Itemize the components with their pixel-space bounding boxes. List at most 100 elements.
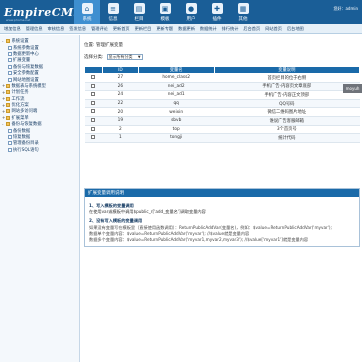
quick-link[interactable]: 后台首页 [243,26,260,32]
quick-menu: 增加信息 管理信息 审核信息 签发信息 管理评论 更新首页 更新栏目 更新专题 … [0,24,362,34]
cell-id: 26 [102,82,139,92]
help-line-2: 如果没有变量写在模板里（直接使用函数调用）：ReturnPublicAddVar… [89,224,332,230]
collapse-icon[interactable]: - [2,39,5,44]
top-nav-plugin[interactable]: ✚ 插件 [204,0,230,24]
cell-desc: 微信二维码图片地址 [214,107,360,117]
template-icon: ▣ [159,3,171,14]
table-header-row: ID 变量名 变量说明 [84,66,361,74]
row-checkbox[interactable] [91,135,96,140]
sidebar-item-label: 网站多访问端 [11,109,38,115]
row-checkbox[interactable] [91,118,96,123]
sidebar-item[interactable]: 执行SQL语句 [2,147,77,153]
cell-id: 27 [102,73,139,83]
cell-desc: 谁说广告客服邮箱 [214,116,360,126]
cell-id: 24 [102,90,139,100]
row-checkbox[interactable] [91,126,96,131]
row-checkbox[interactable] [91,109,96,114]
sidebar-item-label: 备份数据 [13,128,31,134]
top-nav-label: 栏目 [134,17,144,22]
table-row[interactable]: 19 sbvb 谁说广告客服邮箱 [84,116,360,126]
table-row[interactable]: 2 top 3个首页号 [84,125,360,135]
expand-icon[interactable]: + [2,96,5,101]
folder-icon [6,122,10,127]
category-select-value: 显示所有分类 [108,54,133,59]
table-row[interactable]: 27 home_class2 首页栏目的位于右侧 [84,73,360,83]
quick-link[interactable]: 审核信息 [48,26,65,32]
quick-link[interactable]: 更新栏目 [135,26,152,32]
logo-subtitle: www.phome.net [6,18,31,22]
folder-icon [6,96,10,101]
file-icon [8,64,12,69]
quick-link[interactable]: 数据更新 [178,26,195,32]
cell-id: 22 [102,99,139,109]
table-row[interactable]: 1 tongji 统计代码 [84,133,360,143]
cell-desc: 首页栏目的位于右侧 [214,73,360,83]
floating-tag[interactable]: moyuh [343,84,362,93]
quick-link[interactable]: 后台地图 [287,26,304,32]
top-nav-label: 插件 [212,17,222,22]
expand-icon[interactable]: + [2,83,5,88]
sidebar-tree: - 系统设置 系统参数设置 数据更新中心 扩展变量 备份与恢复数据 安全参数配置 网站地图设置… [0,35,80,362]
cell-name: qq [138,99,215,109]
sidebar-item-label: 执行SQL语句 [13,147,39,153]
quick-link[interactable]: 签发信息 [69,26,86,32]
help-panel: 扩展变量调用说明 1、写入模板的变量调用 在使用var或模板中调用$public… [84,188,360,248]
top-nav-label: 用户 [186,17,196,22]
help-line-4: 数据多个变量内容：$value=ReturnPublicAddVar('myva… [89,237,309,243]
row-checkbox[interactable] [91,92,96,97]
filter-label: 选择分类: [84,55,104,60]
file-icon [8,45,12,50]
top-nav-user[interactable]: ● 用户 [178,0,204,24]
sidebar-item-label: 计划任务 [11,90,29,96]
row-select-cell [84,73,103,83]
row-checkbox[interactable] [91,75,96,80]
quick-link[interactable]: 更新专题 [156,26,173,32]
help-line-1: 在使用var或模板中调用$public_r['add_变量名']调取变量内容 [89,209,206,215]
sidebar-item-label: 数据表与系统模型 [11,83,46,89]
top-header: EmpireCMS www.phome.net ⌂ 系统 ≡ 信息 ▤ 栏目 ▣… [0,0,362,24]
cell-id: 19 [102,116,139,126]
table-row[interactable]: 20 weixin 微信二维码图片地址 [84,107,360,117]
row-select-cell [84,116,103,126]
cell-desc: QQ号码 [214,99,360,109]
top-nav-label: 其他 [238,17,248,22]
expand-icon[interactable]: + [2,90,5,95]
quick-link[interactable]: 管理信息 [26,26,43,32]
table-row[interactable]: 26 nei_ad2 手机广告-内容页文章底部 [84,82,360,92]
expand-icon[interactable]: + [2,115,5,120]
chevron-down-icon: ▼ [137,55,141,59]
sidebar-item-label: 优化方案 [11,103,29,109]
top-nav-other[interactable]: ▦ 其他 [230,0,256,24]
select-column-header [84,66,103,74]
top-nav-template[interactable]: ▣ 模板 [152,0,178,24]
file-icon [8,51,12,56]
quick-link[interactable]: 排行统计 [222,26,239,32]
cell-name: weixin [138,107,215,117]
top-nav-info[interactable]: ≡ 信息 [100,0,126,24]
file-icon [8,77,12,82]
row-select-cell [84,99,103,109]
column-header-desc: 变量说明 [213,66,361,74]
quick-link[interactable]: 数据统计 [200,26,217,32]
sidebar-item-label: 数据更新中心 [13,51,39,57]
file-icon [8,58,12,63]
top-nav-label: 系统 [82,17,92,22]
folder-icon [6,103,10,108]
collapse-icon[interactable]: - [2,122,5,127]
quick-link[interactable]: 增加信息 [4,26,21,32]
category-select[interactable]: 显示所有分类 ▼ [106,54,143,60]
quick-link[interactable]: 更新首页 [113,26,130,32]
top-nav-system[interactable]: ⌂ 系统 [74,0,100,24]
row-checkbox[interactable] [91,83,96,88]
folder-icon [6,39,10,44]
top-nav-column[interactable]: ▤ 栏目 [126,0,152,24]
row-checkbox[interactable] [91,100,96,105]
expand-icon[interactable]: + [2,109,5,114]
quick-link[interactable]: 网站首页 [265,26,282,32]
quick-link[interactable]: 管理评论 [91,26,108,32]
table-row[interactable]: 24 nei_ad1 手机广告-内容正文顶部 [84,90,360,100]
expand-icon[interactable]: + [2,103,5,108]
cell-desc: 手机广告-内容页文章底部 [214,82,360,92]
top-nav-label: 信息 [108,17,118,22]
table-row[interactable]: 22 qq QQ号码 [84,99,360,109]
